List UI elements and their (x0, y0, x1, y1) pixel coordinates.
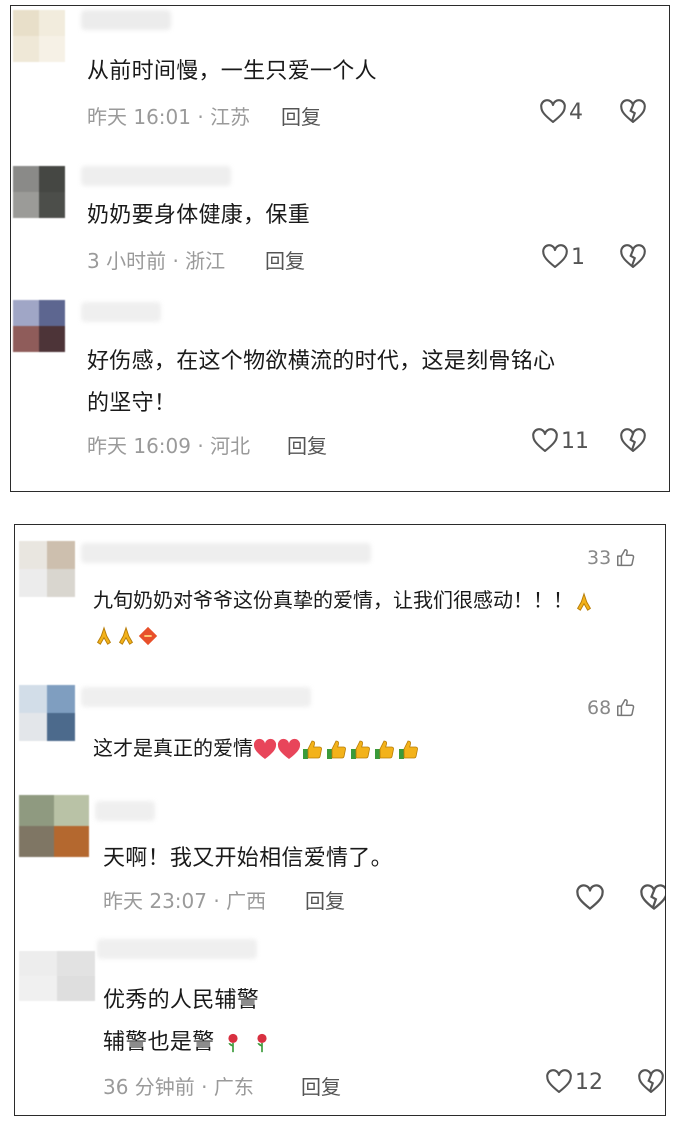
username-blurred[interactable] (81, 687, 311, 707)
thumbs-up-outline-icon (615, 547, 637, 569)
like-button[interactable]: 33 (587, 547, 637, 569)
avatar[interactable] (19, 951, 95, 1001)
comment-meta: 昨天 23:07 · 广西 (103, 889, 267, 913)
comment-text-line1: 九旬奶奶对爷爷这份真挚的爱情，让我们很感动！！！ (93, 579, 595, 621)
comment-text: 这才是真正的爱情 (93, 727, 421, 769)
comment-text-content: 这才是真正的爱情 (93, 736, 253, 760)
username-blurred[interactable] (81, 543, 371, 563)
username-blurred[interactable] (95, 801, 155, 821)
like-count: 1 (571, 244, 585, 270)
broken-heart-icon[interactable] (619, 427, 647, 455)
rose-emoji (222, 1031, 244, 1055)
rose-emoji (251, 1031, 273, 1055)
comment-text-line2 (93, 613, 159, 655)
broken-heart-icon[interactable] (619, 98, 647, 126)
like-count: 4 (569, 99, 583, 125)
broken-heart-icon[interactable] (639, 883, 666, 913)
username-blurred[interactable] (81, 166, 231, 186)
red-heart-emoji (277, 738, 301, 762)
like-button[interactable]: 4 (539, 98, 583, 126)
pray-emoji (115, 625, 137, 647)
comment-meta: 36 分钟前 · 广东 (103, 1075, 254, 1099)
like-button[interactable]: 12 (545, 1068, 603, 1096)
heart-outline-icon (545, 1068, 573, 1096)
thumbs-up-outline-icon (615, 697, 637, 719)
like-count: 33 (587, 547, 612, 569)
comment-text-content: 辅警也是警 (103, 1030, 215, 1055)
thumbs-up-emoji (325, 738, 349, 762)
like-count: 11 (561, 428, 589, 454)
red-heart-emoji (253, 738, 277, 762)
comment-text-line2: 的坚守！ (87, 391, 177, 416)
comment-text: 天啊！我又开始相信爱情了。 (103, 846, 393, 871)
pray-emoji (573, 591, 595, 613)
comment-text-line1: 优秀的人民辅警 (103, 988, 260, 1013)
username-blurred[interactable] (81, 10, 171, 30)
username-blurred[interactable] (97, 939, 257, 959)
comment-text: 奶奶要身体健康，保重 (87, 203, 311, 228)
broken-heart-icon[interactable] (619, 243, 647, 271)
comment-text: 从前时间慢，一生只爱一个人 (87, 59, 377, 84)
like-button[interactable]: 1 (541, 243, 585, 271)
reply-button[interactable]: 回复 (301, 1071, 341, 1100)
avatar[interactable] (19, 795, 89, 857)
like-button[interactable]: 11 (531, 427, 589, 455)
avatar[interactable] (13, 300, 65, 352)
like-count: 68 (587, 697, 612, 719)
avatar[interactable] (19, 541, 75, 597)
comment-panel-2: 33 九旬奶奶对爷爷这份真挚的爱情，让我们很感动！！！ 68 这才是真正的爱情 … (14, 524, 666, 1116)
reply-button[interactable]: 回复 (305, 885, 345, 914)
heart-outline-icon (539, 98, 567, 126)
pray-emoji (93, 625, 115, 647)
thumbs-up-emoji (301, 738, 325, 762)
comment-panel-1: 从前时间慢，一生只爱一个人 昨天 16:01 · 江苏 回复 4 奶奶要身体健康… (10, 5, 670, 492)
comment-text-line1: 好伤感，在这个物欲横流的时代，这是刻骨铭心 (87, 349, 556, 374)
comment-meta: 昨天 16:01 · 江苏 (87, 105, 251, 129)
avatar[interactable] (19, 685, 75, 741)
like-button[interactable]: 68 (587, 697, 637, 719)
thumbs-up-emoji (373, 738, 397, 762)
like-count: 12 (575, 1069, 603, 1095)
reply-button[interactable]: 回复 (281, 101, 321, 130)
reply-button[interactable]: 回复 (287, 430, 327, 459)
comment-text: 九旬奶奶对爷爷这份真挚的爱情，让我们很感动！！！ (93, 588, 573, 612)
heart-outline-icon (531, 427, 559, 455)
thumbs-up-emoji (349, 738, 373, 762)
comment-meta: 昨天 16:09 · 河北 (87, 434, 251, 458)
red-diamond-emoji (137, 625, 159, 647)
comment-meta: 3 小时前 · 浙江 (87, 249, 226, 273)
comment-text-line2: 辅警也是警 (103, 1021, 273, 1065)
heart-outline-icon[interactable] (575, 883, 605, 913)
avatar[interactable] (13, 166, 65, 218)
reply-button[interactable]: 回复 (265, 245, 305, 274)
username-blurred[interactable] (81, 302, 161, 322)
broken-heart-icon[interactable] (637, 1068, 665, 1096)
heart-outline-icon (541, 243, 569, 271)
avatar[interactable] (13, 10, 65, 62)
thumbs-up-emoji (397, 738, 421, 762)
